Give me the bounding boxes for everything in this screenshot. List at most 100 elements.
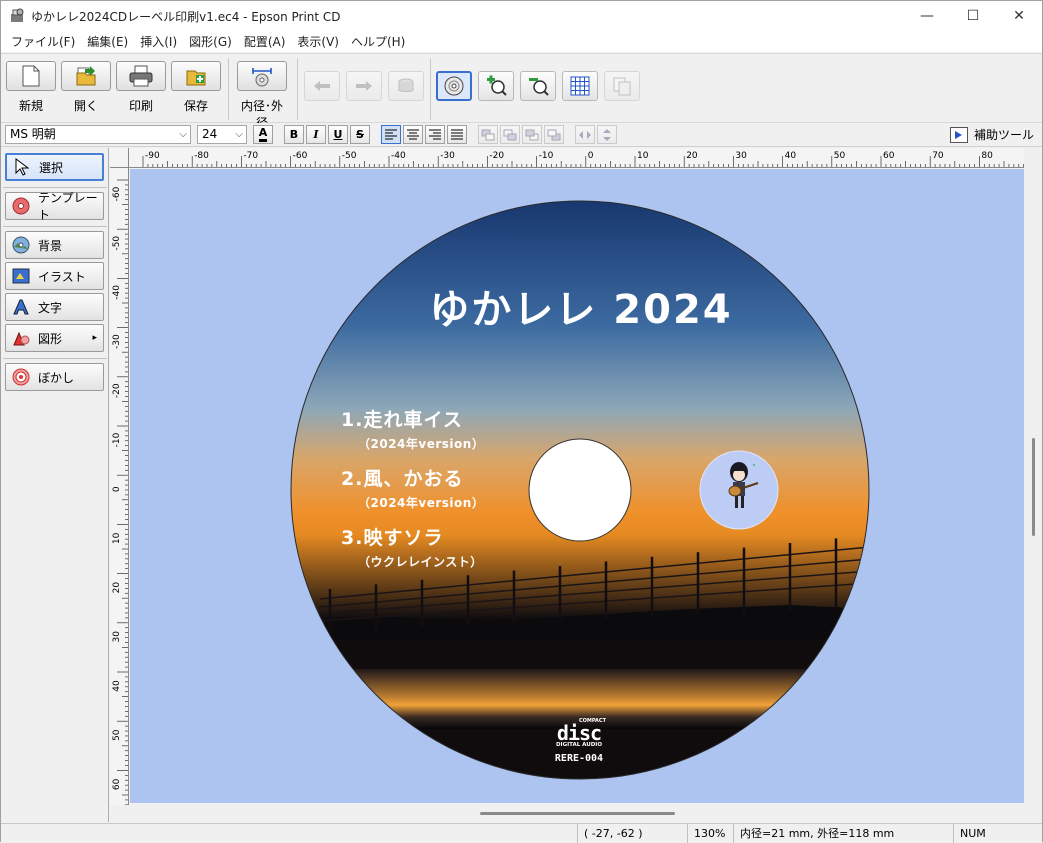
- format-bar: MS 明朝 ⌵ 24 ⌵ A B I U S 補助ツール: [1, 123, 1042, 147]
- zoom-out-button[interactable]: [520, 71, 556, 101]
- track-1-title[interactable]: 1.走れ車イス: [341, 405, 463, 432]
- flip-horizontal-button[interactable]: [575, 125, 595, 144]
- menu-arrange[interactable]: 配置(A): [238, 33, 292, 50]
- align-right-button[interactable]: [425, 125, 445, 144]
- select-tool-button[interactable]: 選択: [5, 153, 104, 181]
- underline-button[interactable]: U: [328, 125, 348, 144]
- ruler-label: 40: [112, 680, 122, 692]
- font-size-select[interactable]: 24 ⌵: [197, 125, 247, 144]
- catalog-number[interactable]: RERE-004: [550, 753, 608, 764]
- disc-stack-button[interactable]: [388, 71, 424, 101]
- close-button[interactable]: ✕: [996, 1, 1042, 31]
- disc-artwork[interactable]: [130, 169, 1024, 803]
- menu-view[interactable]: 表示(V): [291, 33, 345, 50]
- close-icon: ✕: [1013, 8, 1025, 24]
- align-justify-button[interactable]: [447, 125, 467, 144]
- disc-title[interactable]: ゆかレレ 2024: [426, 277, 736, 335]
- assist-tool-button[interactable]: 補助ツール: [949, 125, 1034, 144]
- open-button[interactable]: 開く: [61, 61, 111, 121]
- track-2-title[interactable]: 2.風、かおる: [341, 464, 463, 491]
- align-center-button[interactable]: [403, 125, 423, 144]
- align-center-icon: [407, 129, 419, 139]
- status-num: NUM: [953, 824, 1023, 843]
- undo-icon: [314, 81, 330, 91]
- zoom-in-button[interactable]: [478, 71, 514, 101]
- track-3-subtitle[interactable]: （ウクレレインスト）: [358, 553, 483, 570]
- font-color-icon: A: [258, 127, 268, 142]
- ruler-label: 70: [932, 151, 944, 161]
- menu-insert[interactable]: 挿入(I): [134, 33, 183, 50]
- grid-button[interactable]: [562, 71, 598, 101]
- status-zoom: 130%: [687, 824, 733, 843]
- track-1-subtitle[interactable]: （2024年version）: [358, 435, 484, 452]
- ruler-label: 10: [112, 532, 122, 544]
- bring-forward-button[interactable]: [500, 125, 520, 144]
- minimize-button[interactable]: —: [904, 1, 950, 31]
- maximize-button[interactable]: ☐: [950, 1, 996, 31]
- menu-shape[interactable]: 図形(G): [183, 33, 238, 50]
- send-backward-button[interactable]: [522, 125, 542, 144]
- print-label: 印刷: [128, 99, 153, 113]
- panel-separator: [3, 187, 107, 188]
- save-label: 保存: [183, 99, 208, 113]
- background-label: 背景: [38, 238, 63, 253]
- disc-view-button[interactable]: [436, 71, 472, 101]
- save-button[interactable]: 保存: [171, 61, 221, 121]
- shape-tool-button[interactable]: 図形 ▸: [5, 324, 104, 352]
- font-color-button[interactable]: A: [253, 125, 273, 144]
- shape-tool-label: 図形: [38, 331, 63, 346]
- illust-button[interactable]: イラスト: [5, 262, 104, 290]
- bring-forward-icon: [503, 129, 517, 140]
- print-button[interactable]: 印刷: [116, 61, 166, 121]
- blur-button[interactable]: ぼかし: [5, 363, 104, 391]
- ruler-corner: [110, 148, 129, 168]
- template-disc-icon: [12, 197, 30, 215]
- track-2-subtitle[interactable]: （2024年version）: [358, 494, 484, 511]
- send-back-button[interactable]: [544, 125, 564, 144]
- redo-icon: [356, 81, 372, 91]
- copy-layout-button[interactable]: [604, 71, 640, 101]
- vertical-scroll-thumb[interactable]: [1032, 438, 1035, 536]
- diameter-button[interactable]: 内径･外径: [237, 61, 287, 130]
- compact-disc-logo[interactable]: COMPACT disc DIGITAL AUDIO: [552, 719, 606, 749]
- zoom-in-icon: [487, 75, 507, 96]
- menu-edit[interactable]: 編集(E): [81, 33, 134, 50]
- design-canvas[interactable]: ゆかレレ 2024 1.走れ車イス （2024年version） 2.風、かおる…: [130, 169, 1024, 803]
- text-tool-button[interactable]: 文字: [5, 293, 104, 321]
- align-left-button[interactable]: [381, 125, 401, 144]
- strike-button[interactable]: S: [350, 125, 370, 144]
- flip-vertical-icon: [603, 128, 611, 141]
- maximize-icon: ☐: [966, 8, 980, 24]
- send-backward-icon: [525, 129, 539, 140]
- flip-vertical-button[interactable]: [597, 125, 617, 144]
- app-icon: [9, 8, 25, 24]
- horizontal-scroll-thumb[interactable]: [480, 812, 675, 815]
- ruler-label: 50: [834, 151, 846, 161]
- menu-help[interactable]: ヘルプ(H): [345, 33, 411, 50]
- undo-button[interactable]: [304, 71, 340, 101]
- disc-diameter-icon: [252, 68, 272, 87]
- new-button[interactable]: 新規: [6, 61, 56, 121]
- cursor-arrow-icon: [13, 158, 31, 176]
- ruler-label: 40: [785, 151, 797, 161]
- italic-button[interactable]: I: [306, 125, 326, 144]
- font-name-select[interactable]: MS 明朝 ⌵: [5, 125, 191, 144]
- vertical-scrollbar[interactable]: [1025, 148, 1042, 805]
- submenu-arrow-icon: ▸: [92, 333, 97, 343]
- redo-button[interactable]: [346, 71, 382, 101]
- toolbar-separator: [228, 58, 229, 120]
- ruler-label: 60: [112, 778, 122, 790]
- bring-front-button[interactable]: [478, 125, 498, 144]
- template-button[interactable]: テンプレート: [5, 191, 104, 222]
- font-size-value: 24: [202, 127, 218, 141]
- ruler-label: 60: [883, 151, 895, 161]
- font-name-value: MS 明朝: [10, 127, 56, 141]
- background-button[interactable]: 背景: [5, 231, 104, 259]
- background-icon: [12, 236, 30, 254]
- logo-disc-text: disc: [556, 721, 602, 745]
- horizontal-scrollbar[interactable]: [110, 805, 1024, 822]
- menu-file[interactable]: ファイル(F): [5, 33, 81, 50]
- bold-button[interactable]: B: [284, 125, 304, 144]
- track-3-title[interactable]: 3.映すソラ: [341, 523, 443, 550]
- ruler-label: -40: [391, 151, 406, 161]
